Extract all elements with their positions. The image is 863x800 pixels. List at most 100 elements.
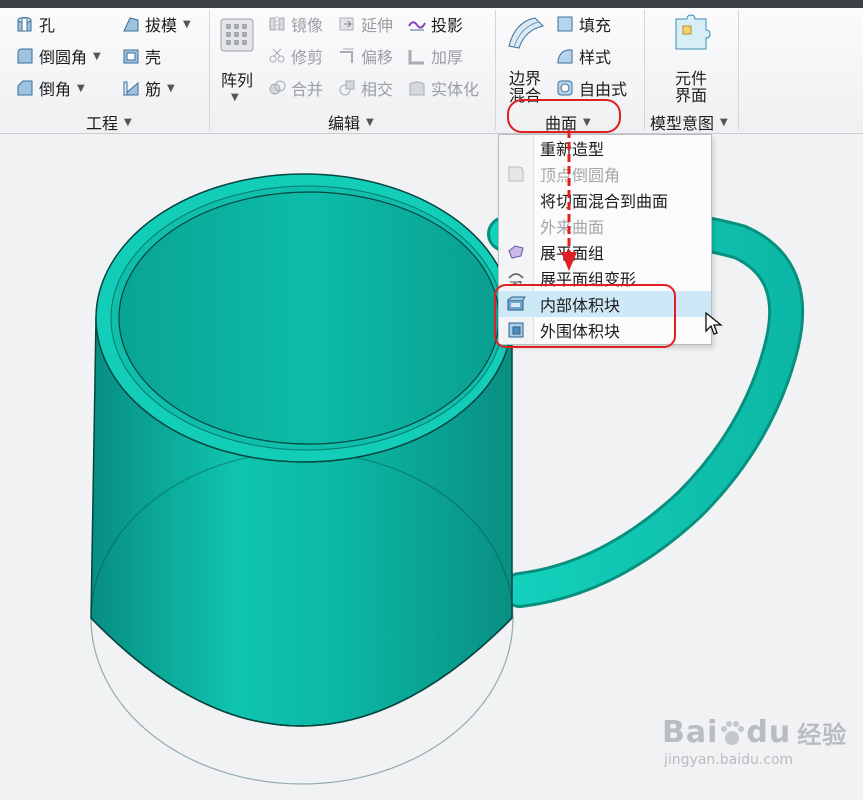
pattern-icon (220, 18, 254, 56)
rib-icon (122, 79, 140, 97)
baidu-watermark: Bai du 经验 jingyan.baidu.com (662, 715, 847, 768)
thicken-button[interactable]: 加厚 (408, 45, 463, 67)
hole-label: 孔 (39, 16, 56, 35)
offset-label: 偏移 (361, 48, 394, 67)
style-icon (556, 47, 574, 65)
group-separator (644, 10, 645, 130)
group-separator (738, 10, 739, 130)
mouse-cursor-icon (705, 312, 723, 335)
draft-button[interactable]: 拔模 ▼ (122, 13, 191, 35)
trim-icon (268, 47, 286, 65)
graphics-window[interactable] (0, 134, 863, 800)
menu-item-label: 将切面混合到曲面 (540, 192, 669, 211)
extend-icon (338, 15, 356, 33)
trim-label: 修剪 (291, 48, 324, 67)
draft-label: 拔模 (145, 16, 178, 35)
chevron-down-icon[interactable]: ▼ (93, 51, 101, 62)
puzzle-icon (671, 14, 711, 54)
watermark-cn: 经验 (797, 721, 848, 749)
group-label-engineering-text: 工程 (86, 114, 119, 133)
hole-button[interactable]: 孔 (16, 13, 55, 35)
annotation-box-volume-items (494, 284, 676, 348)
menu-item-restyle-icon-slot (499, 135, 533, 161)
ribbon: 孔 倒圆角 ▼ 倒角 ▼ 拔模 ▼ 壳 筋 ▼ 工程 ▼ 阵列 ▼ 镜像 修剪 … (0, 8, 863, 134)
menu-item-tangent-blend[interactable]: 将切面混合到曲面 (499, 187, 711, 213)
chamfer-label: 倒角 (39, 80, 72, 99)
freestyle-icon (556, 79, 574, 97)
chevron-down-icon[interactable]: ▼ (167, 83, 175, 94)
shell-button[interactable]: 壳 (122, 45, 161, 67)
intersect-button[interactable]: 相交 (338, 77, 393, 99)
group-label-edit-text: 编辑 (328, 114, 361, 133)
menu-item-restyle[interactable]: 重新造型 (499, 135, 711, 161)
round-icon (16, 47, 34, 65)
rib-button[interactable]: 筋 ▼ (122, 77, 175, 99)
chamfer-icon (16, 79, 34, 97)
freestyle-label: 自由式 (579, 80, 628, 99)
pattern-button[interactable]: 阵列 ▼ (216, 14, 258, 104)
thicken-label: 加厚 (431, 48, 464, 67)
freestyle-button[interactable]: 自由式 (556, 77, 627, 99)
solidify-icon (408, 79, 426, 97)
chevron-down-icon: ▼ (124, 116, 132, 128)
menu-item-tangent-blend-icon-slot (499, 187, 533, 213)
baidu-logo: Bai du 经验 (662, 715, 847, 750)
menu-item-vertex-round[interactable]: 顶点倒圆角 (499, 161, 711, 187)
menu-item-flatten-quilt[interactable]: 展平面组 (499, 239, 711, 265)
group-label-model-intent[interactable]: 模型意图 ▼ (650, 110, 728, 134)
offset-button[interactable]: 偏移 (338, 45, 393, 67)
group-label-edit[interactable]: 编辑 ▼ (328, 110, 374, 134)
chevron-down-icon: ▼ (231, 92, 239, 103)
mirror-button[interactable]: 镜像 (268, 13, 323, 35)
group-separator (495, 10, 496, 130)
shell-icon (122, 47, 140, 65)
paw-icon (718, 718, 746, 748)
group-label-model-intent-text: 模型意图 (650, 114, 715, 133)
round-label: 倒圆角 (39, 48, 88, 67)
group-separator (209, 10, 210, 130)
chevron-down-icon: ▼ (720, 116, 728, 128)
annotation-arrow (561, 130, 577, 271)
watermark-url: jingyan.baidu.com (664, 752, 794, 768)
solidify-button[interactable]: 实体化 (408, 77, 479, 99)
style-button[interactable]: 样式 (556, 45, 611, 67)
boundary-blend-button[interactable]: 边界 混合 (502, 12, 548, 104)
trim-button[interactable]: 修剪 (268, 45, 323, 67)
fill-label: 填充 (579, 16, 612, 35)
chamfer-button[interactable]: 倒角 ▼ (16, 77, 85, 99)
component-interface-label: 元件 界面 (668, 70, 714, 104)
intersect-label: 相交 (361, 80, 394, 99)
watermark-brand2: du (746, 715, 792, 750)
project-button[interactable]: 投影 (408, 13, 463, 35)
chevron-down-icon: ▼ (366, 116, 374, 128)
intersect-icon (338, 79, 356, 97)
chevron-down-icon[interactable]: ▼ (183, 19, 191, 30)
extend-button[interactable]: 延伸 (338, 13, 393, 35)
watermark-brand: Bai (662, 715, 719, 750)
fill-button[interactable]: 填充 (556, 13, 611, 35)
vertex-round-icon (499, 161, 533, 187)
thicken-icon (408, 47, 426, 65)
mug-model[interactable] (0, 134, 863, 800)
merge-button[interactable]: 合并 (268, 77, 323, 99)
rib-label: 筋 (145, 80, 162, 99)
component-interface-label-line1: 元件 (674, 69, 707, 88)
merge-label: 合并 (291, 80, 324, 99)
group-label-engineering[interactable]: 工程 ▼ (86, 110, 132, 134)
offset-icon (338, 47, 356, 65)
style-label: 样式 (579, 48, 612, 67)
mug-rim (95, 173, 513, 463)
round-button[interactable]: 倒圆角 ▼ (16, 45, 101, 67)
draft-icon (122, 15, 140, 33)
pattern-label: 阵列 (220, 71, 253, 90)
component-interface-label-line2: 界面 (674, 86, 707, 105)
window-title-strip (0, 0, 863, 8)
chevron-down-icon[interactable]: ▼ (77, 83, 85, 94)
menu-item-foreign-surface[interactable]: 外来曲面 (499, 213, 711, 239)
shell-label: 壳 (145, 48, 162, 67)
mirror-icon (268, 15, 286, 33)
mirror-label: 镜像 (291, 16, 324, 35)
hole-icon (16, 15, 34, 33)
fill-icon (556, 15, 574, 33)
component-interface-button[interactable]: 元件 界面 (668, 12, 714, 104)
